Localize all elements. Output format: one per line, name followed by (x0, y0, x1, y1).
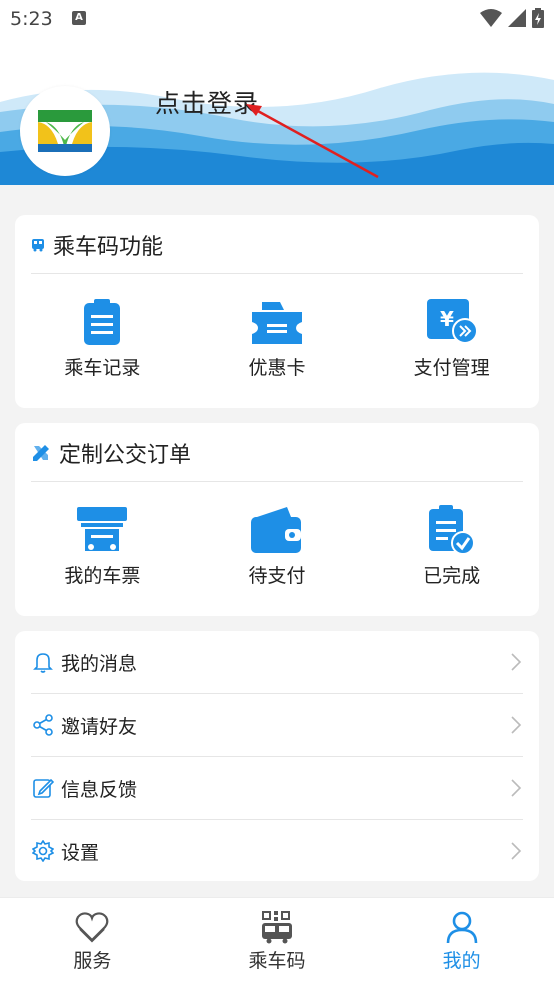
menu-item-label: 信息反馈 (61, 778, 138, 801)
clipboard-icon (75, 295, 129, 349)
ride-code-title-row: 乘车码功能 (31, 229, 163, 261)
tab-label: 乘车码 (248, 950, 306, 972)
menu-card: 我的消息 邀请好友 信息反馈 设置 (15, 631, 539, 881)
user-icon (446, 911, 477, 944)
discount-card-label: 优惠卡 (248, 357, 306, 379)
chevron-right-icon (511, 779, 522, 797)
battery-icon (532, 8, 544, 28)
wifi-icon (480, 9, 502, 27)
menu-item-label: 邀请好友 (61, 715, 138, 738)
ride-code-title: 乘车码功能 (53, 235, 164, 260)
payment-management-button[interactable]: ¥ 支付管理 (364, 295, 539, 380)
ride-code-grid: 乘车记录 优惠卡 ¥ 支付管理 (15, 295, 539, 380)
pending-payment-label: 待支付 (248, 565, 306, 587)
custom-bus-title: 定制公交订单 (59, 443, 192, 468)
ticket-machine-icon (75, 503, 129, 557)
bell-icon (31, 650, 55, 674)
pen-ruler-icon (33, 445, 49, 461)
divider (31, 481, 523, 482)
logo-icon (38, 110, 92, 152)
login-link[interactable]: 点击登录 (155, 84, 259, 120)
menu-item-label: 设置 (61, 841, 100, 864)
chevron-right-icon (511, 653, 522, 671)
completed-button[interactable]: 已完成 (364, 503, 539, 588)
payment-management-label: 支付管理 (413, 357, 490, 379)
signal-icon (508, 9, 526, 27)
tab-mine[interactable]: 我的 (369, 898, 554, 985)
divider (31, 273, 523, 274)
bottom-tab-bar: 服务 乘车码 我的 (0, 897, 554, 985)
ride-records-label: 乘车记录 (64, 357, 141, 379)
avatar[interactable] (20, 86, 110, 176)
notification-icon: A (72, 11, 86, 25)
status-bar: 5:23 A (0, 0, 554, 40)
tab-label: 我的 (442, 950, 481, 972)
custom-bus-card: 定制公交订单 我的车票 待支付 已完成 (15, 423, 539, 616)
menu-item-label: 我的消息 (61, 652, 138, 675)
profile-header: 点击登录 (0, 40, 554, 185)
my-tickets-label: 我的车票 (64, 565, 141, 587)
gear-icon (31, 839, 55, 863)
ride-records-button[interactable]: 乘车记录 (15, 295, 190, 380)
chevron-right-icon (511, 842, 522, 860)
wallet-icon (250, 503, 304, 557)
pending-payment-button[interactable]: 待支付 (190, 503, 365, 588)
completed-label: 已完成 (423, 565, 481, 587)
status-right-icons (480, 8, 544, 28)
svg-text:¥: ¥ (440, 307, 454, 331)
menu-item-feedback[interactable]: 信息反馈 (31, 757, 523, 820)
ride-code-card: 乘车码功能 乘车记录 优惠卡 ¥ 支付管理 (15, 215, 539, 408)
menu-item-messages[interactable]: 我的消息 (31, 631, 523, 694)
tab-services[interactable]: 服务 (0, 898, 185, 985)
yuan-payment-icon: ¥ (425, 295, 479, 349)
menu-item-invite[interactable]: 邀请好友 (31, 694, 523, 757)
completed-clipboard-icon (425, 503, 479, 557)
edit-icon (31, 776, 55, 800)
custom-bus-grid: 我的车票 待支付 已完成 (15, 503, 539, 588)
heart-icon (75, 912, 109, 943)
chevron-right-icon (511, 716, 522, 734)
my-tickets-button[interactable]: 我的车票 (15, 503, 190, 588)
bus-qr-icon (262, 911, 292, 944)
bus-small-icon (32, 239, 44, 252)
share-icon (31, 713, 55, 737)
ticket-card-icon (250, 295, 304, 349)
tab-label: 服务 (73, 950, 112, 972)
status-time: 5:23 (10, 8, 53, 30)
discount-card-button[interactable]: 优惠卡 (190, 295, 365, 380)
tab-ride-code[interactable]: 乘车码 (185, 898, 370, 985)
menu-item-settings[interactable]: 设置 (31, 820, 523, 882)
custom-bus-title-row: 定制公交订单 (31, 437, 191, 469)
